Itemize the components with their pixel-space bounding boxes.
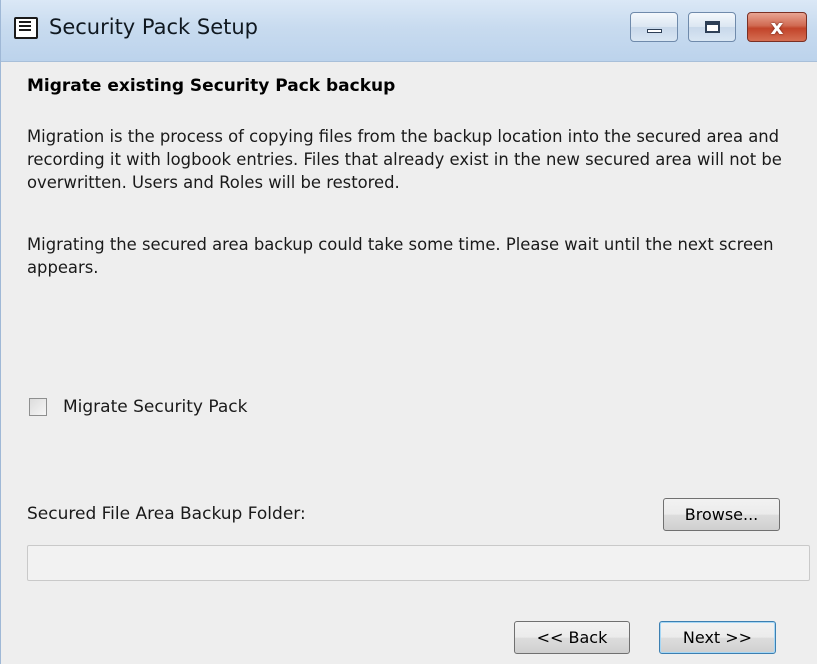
close-button[interactable]: x [747, 12, 807, 42]
migrate-checkbox-label[interactable]: Migrate Security Pack [63, 397, 247, 417]
window-title: Security Pack Setup [49, 15, 259, 39]
migration-description: Migration is the process of copying file… [27, 127, 782, 192]
close-icon: x [770, 15, 784, 39]
setup-window: Security Pack Setup x Migrate existing S… [0, 0, 817, 664]
title-bar[interactable]: Security Pack Setup x [1, 0, 817, 62]
next-button[interactable]: Next >> [659, 621, 776, 654]
wizard-page: Migrate existing Security Pack backup Mi… [1, 62, 817, 664]
backup-folder-input[interactable] [27, 545, 810, 581]
app-icon-screen [19, 21, 31, 33]
migrate-checkbox-row[interactable]: Migrate Security Pack [29, 395, 247, 419]
page-heading: Migrate existing Security Pack backup [27, 76, 396, 96]
migration-wait-note: Migrating the secured area backup could … [27, 235, 774, 277]
minimize-icon [647, 29, 662, 33]
migrate-checkbox[interactable] [29, 398, 47, 416]
browse-button[interactable]: Browse... [663, 498, 780, 531]
backup-folder-label: Secured File Area Backup Folder: [27, 504, 306, 524]
maximize-icon [705, 21, 720, 33]
minimize-button[interactable] [630, 12, 678, 42]
back-button[interactable]: << Back [514, 621, 630, 654]
computer-icon[interactable] [14, 17, 38, 39]
maximize-button[interactable] [688, 12, 736, 42]
